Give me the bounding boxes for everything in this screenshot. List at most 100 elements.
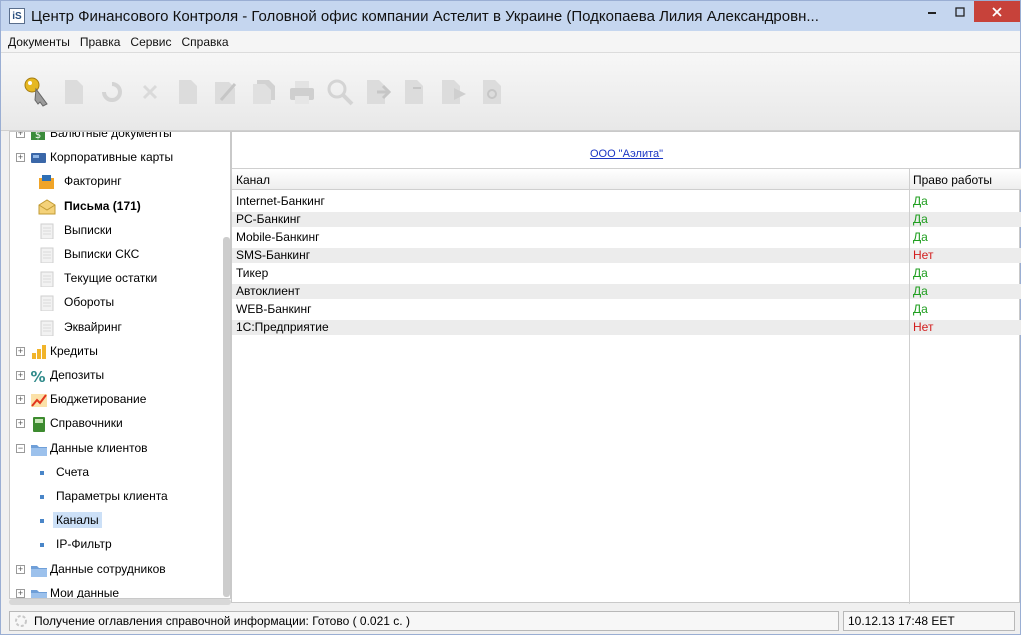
expand-icon[interactable]: + [16, 419, 25, 429]
menu-documents[interactable]: Документы [7, 33, 71, 51]
print-button[interactable] [287, 74, 317, 110]
menu-bar: Документы Правка Сервис Справка [1, 31, 1020, 53]
tree-item-17[interactable]: IP-Фильтр [10, 533, 222, 557]
maximize-button[interactable] [946, 1, 974, 22]
send-icon [442, 79, 466, 104]
title-bar[interactable]: iS Центр Финансового Контроля - Головной… [1, 1, 1020, 31]
bullet-icon [40, 495, 44, 499]
tree-item-label: Справочники [50, 416, 123, 431]
copy-document-button[interactable] [173, 74, 203, 110]
column-header-channel[interactable]: Канал [236, 173, 270, 187]
tree-horizontal-scrollbar[interactable] [9, 599, 231, 605]
tree-item-label: Выписки [64, 222, 112, 237]
tree-item-14[interactable]: Счета [10, 461, 222, 485]
bullet-icon [40, 470, 44, 475]
table-row[interactable]: 1С:Предприятие Нет [232, 320, 1021, 335]
status-time: 10.12.13 17:48 EET [843, 611, 1015, 631]
duplicate-button[interactable] [249, 74, 279, 110]
tree-item-11[interactable]: + Бюджетирование [10, 388, 222, 412]
tree-item-1[interactable]: + Корпоративные карты [10, 146, 222, 170]
access-right-cell: Да [913, 302, 928, 316]
collapse-icon[interactable]: − [16, 443, 25, 453]
expand-icon[interactable]: + [16, 346, 25, 356]
key-icon [24, 77, 48, 107]
loading-icon [15, 615, 27, 627]
export-button[interactable] [401, 74, 431, 110]
tree-item-18[interactable]: + Данные сотрудников [10, 558, 222, 582]
factoring-icon [38, 174, 56, 190]
tree-item-7[interactable]: Обороты [10, 291, 222, 315]
tree-item-2[interactable]: Факторинг [10, 170, 222, 194]
tree-item-8[interactable]: Эквайринг [10, 316, 222, 340]
toolbar [1, 53, 1020, 131]
tree-item-0[interactable]: + $ Валютные документы [10, 132, 222, 146]
mail-icon [38, 199, 56, 215]
table-row[interactable]: Тикер Да [232, 266, 1021, 281]
edit-button[interactable] [211, 74, 241, 110]
tree-item-9[interactable]: + Кредиты [10, 340, 222, 364]
percent-icon: % [30, 368, 48, 386]
minimize-icon [928, 11, 936, 14]
tree-item-12[interactable]: + Справочники [10, 412, 222, 436]
expand-icon[interactable]: + [16, 371, 25, 380]
expand-icon[interactable]: + [16, 395, 25, 405]
tree-item-4[interactable]: Выписки [10, 219, 222, 243]
menu-edit[interactable]: Правка [79, 33, 122, 51]
column-divider[interactable] [909, 168, 910, 604]
tree-item-label: Обороты [64, 295, 115, 310]
tree-item-10[interactable]: +% Депозиты [10, 364, 222, 388]
expand-icon[interactable]: + [16, 588, 25, 598]
import-button[interactable] [363, 74, 393, 110]
minimize-button[interactable] [918, 1, 946, 22]
table-row[interactable]: Internet-Банкинг Да [232, 194, 1021, 209]
tree-vertical-scrollbar[interactable] [223, 237, 230, 597]
company-link[interactable]: ООО "Аэлита" [232, 148, 1021, 160]
menu-service[interactable]: Сервис [129, 33, 172, 51]
app-window: iS Центр Финансового Контроля - Головной… [0, 0, 1021, 635]
corporate-cards-icon [30, 150, 48, 166]
tree-item-16[interactable]: Каналы [10, 509, 222, 533]
key-button[interactable] [21, 74, 51, 110]
expand-icon[interactable]: + [16, 132, 25, 138]
budget-icon [30, 392, 48, 408]
tree-item-15[interactable]: Параметры клиента [10, 485, 222, 509]
refresh-icon [102, 81, 122, 102]
delete-button[interactable] [135, 74, 165, 110]
tree-item-label: Депозиты [50, 368, 105, 382]
table-row[interactable]: WEB-Банкинг Да [232, 302, 1021, 317]
tree-item-label: Параметры клиента [56, 489, 168, 503]
tree-item-label: Письма (171) [64, 198, 141, 213]
attach-button[interactable] [477, 74, 507, 110]
table-row[interactable]: PC-Банкинг Да [232, 212, 1021, 227]
tree-item-label: Кредиты [50, 343, 98, 358]
channels-panel: ООО "Аэлита" Канал Право работы Internet… [231, 131, 1021, 604]
reference-book-icon [30, 416, 48, 433]
table-row[interactable]: SMS-Банкинг Нет [232, 248, 1021, 263]
tree-item-3[interactable]: Письма (171) [10, 195, 222, 219]
expand-icon[interactable]: + [16, 564, 25, 574]
window-controls [918, 1, 1020, 22]
table-row[interactable]: Mobile-Банкинг Да [232, 230, 1021, 245]
access-right-cell: Да [913, 212, 928, 226]
credits-icon [30, 344, 48, 360]
status-bar: Получение оглавления справочной информац… [1, 609, 1020, 634]
send-button[interactable] [439, 74, 469, 110]
menu-help[interactable]: Справка [181, 33, 230, 51]
table-row[interactable]: Автоклиент Да [232, 284, 1021, 299]
navigation-tree[interactable]: + $ Валютные документы + Корпоративные карты… [9, 131, 231, 599]
refresh-button[interactable] [97, 74, 127, 110]
tree-item-label: Мои данные [50, 585, 120, 599]
document-icon [179, 79, 197, 104]
tree-item-label: Эквайринг [64, 319, 122, 334]
tree-item-label: Данные клиентов [50, 440, 148, 455]
search-button[interactable] [325, 74, 355, 110]
status-message: Получение оглавления справочной информац… [34, 614, 410, 628]
tree-item-13[interactable]: − Данные клиентов [10, 437, 222, 461]
new-document-button[interactable] [59, 74, 89, 110]
tree-item-6[interactable]: Текущие остатки [10, 267, 222, 291]
column-header-right[interactable]: Право работы [913, 173, 992, 187]
tree-item-19[interactable]: + Мои данные [10, 582, 222, 599]
tree-item-5[interactable]: Выписки СКС [10, 243, 222, 267]
expand-icon[interactable]: + [16, 153, 25, 163]
close-button[interactable] [974, 1, 1020, 22]
